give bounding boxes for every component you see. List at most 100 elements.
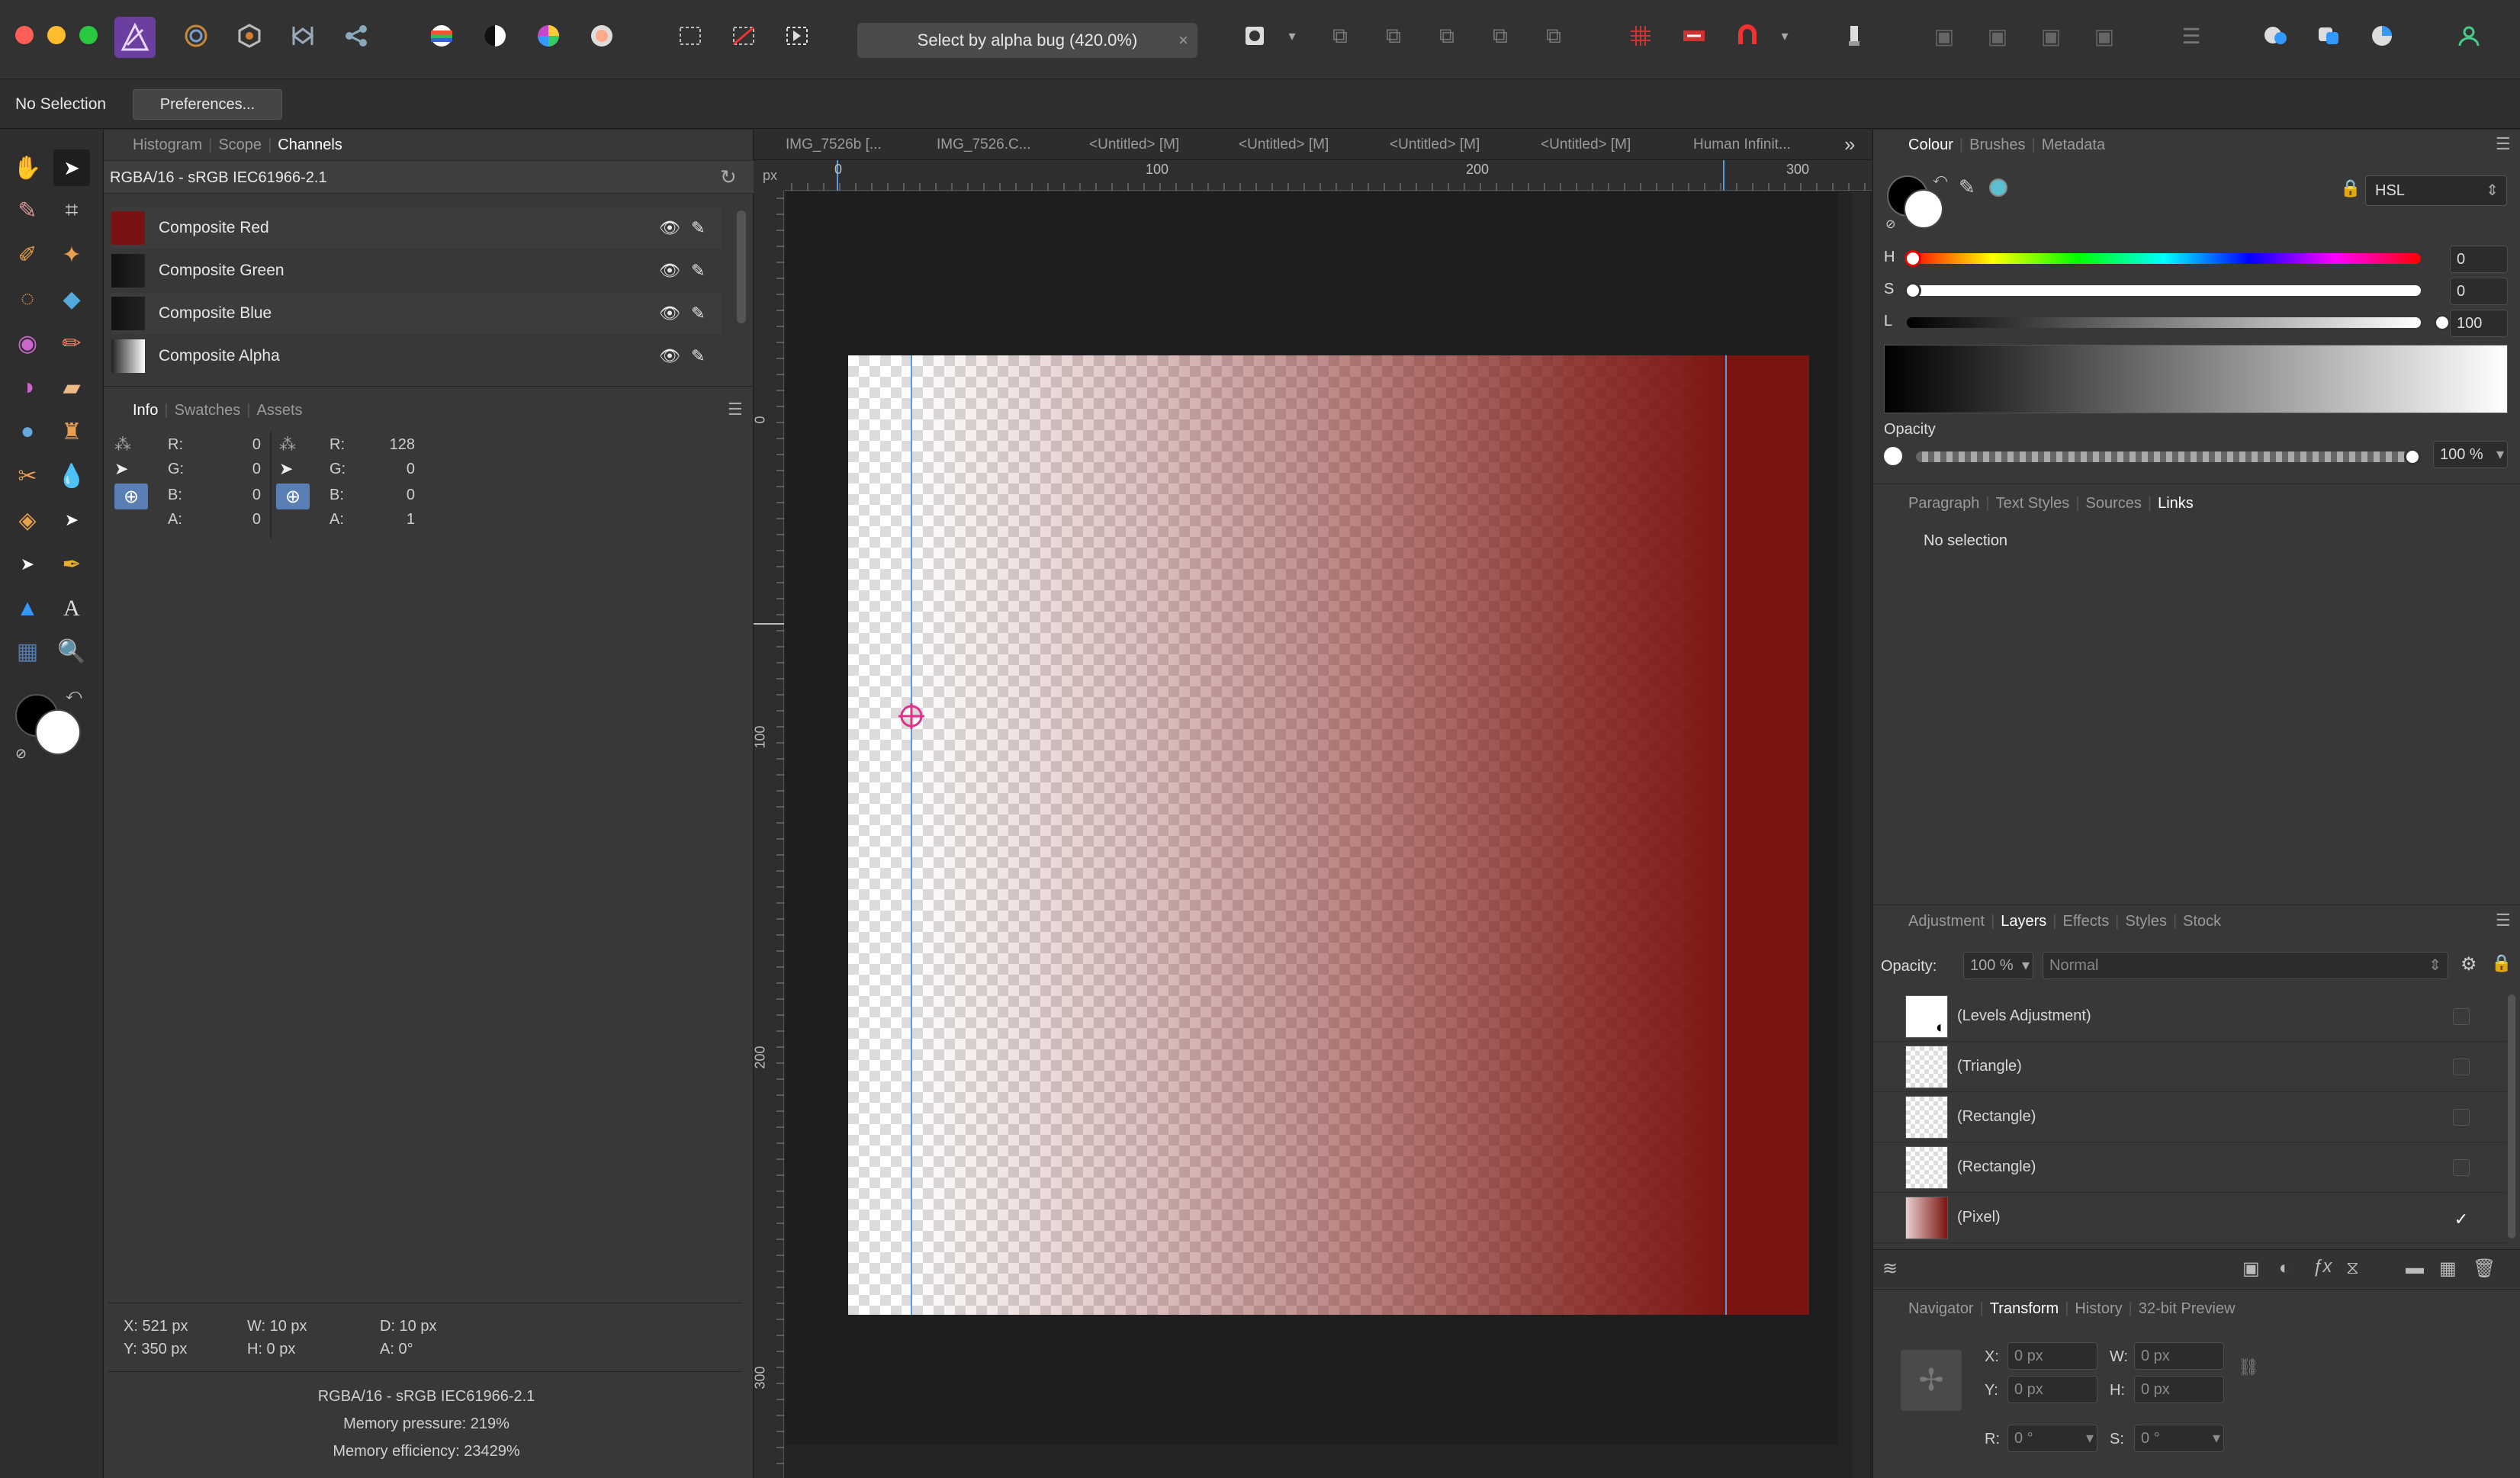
arrange-forward-icon[interactable]: ▣ [2035, 20, 2067, 52]
auto-colour-icon[interactable] [532, 20, 564, 52]
colour-wheel-icon[interactable] [2366, 20, 2398, 52]
tab-styles[interactable]: Styles [2119, 913, 2172, 930]
close-window-button[interactable] [15, 26, 34, 44]
fx-icon[interactable]: ƒx [2313, 1256, 2332, 1277]
clone-tool-icon[interactable]: ♜ [53, 413, 90, 450]
lock-icon[interactable]: 🔒 [2340, 178, 2361, 198]
arrange-backward-icon[interactable]: ▣ [1982, 20, 2014, 52]
mesh-warp-tool-icon[interactable]: ▦ [9, 633, 46, 670]
hue-slider-knob[interactable] [1904, 250, 1921, 267]
live-filter-icon[interactable]: ⧖ [2346, 1258, 2359, 1279]
photo-persona-icon[interactable] [114, 17, 156, 58]
snapping-dropdown-icon[interactable]: ▾ [1283, 20, 1301, 52]
boolean-divide-icon[interactable]: ⧉ [1538, 20, 1570, 52]
layers-scrollbar[interactable] [2508, 994, 2515, 1239]
adjustment-layer-icon[interactable]: ◐ [2279, 1258, 2290, 1279]
panel-menu-icon[interactable]: ☰ [2496, 134, 2511, 154]
studio-icon[interactable] [2313, 20, 2345, 52]
blemish-tool-icon[interactable]: ✂ [9, 458, 46, 494]
boolean-subtract-icon[interactable]: ⧉ [1377, 20, 1409, 52]
lock-icon[interactable]: 🔒 [2491, 953, 2512, 973]
align-icon[interactable]: ☰ [2175, 20, 2207, 52]
snapping-mode-icon[interactable] [1239, 20, 1271, 52]
swap-colours-icon[interactable]: ⤺ [66, 686, 82, 704]
new-pixel-layer-icon[interactable]: ▦ [2439, 1258, 2457, 1280]
tab-sources[interactable]: Sources [2080, 495, 2148, 512]
liquify-persona-icon[interactable] [180, 20, 212, 52]
text-tool-icon[interactable]: A [53, 590, 90, 627]
reset-channels-icon[interactable]: ↻ [720, 165, 737, 189]
tab-history[interactable]: History [2068, 1300, 2128, 1318]
redeye-tool-icon[interactable]: ◈ [9, 502, 46, 538]
layer-row-rectangle-1[interactable]: (Rectangle) [1873, 1092, 2506, 1142]
doc-tab[interactable]: <Untitled> [M] [1239, 137, 1329, 153]
opacity-slider[interactable] [1916, 451, 2419, 462]
move-tool-icon[interactable]: ➤ [53, 149, 90, 186]
flood-fill-tool-icon[interactable]: ◆ [53, 281, 90, 317]
hue-slider[interactable] [1907, 253, 2421, 264]
doc-tab[interactable]: <Untitled> [M] [1541, 137, 1631, 153]
doc-tab[interactable]: <Untitled> [M] [1390, 137, 1480, 153]
lightness-preview-bar[interactable] [1884, 345, 2508, 413]
triangle-tool-icon[interactable]: ▲ [9, 590, 46, 627]
panel-menu-icon[interactable]: ☰ [2496, 911, 2511, 930]
tab-paragraph[interactable]: Paragraph [1902, 495, 1985, 512]
no-colour-icon[interactable]: ⊘ [15, 746, 27, 762]
layer-row-levels[interactable]: ◐ (Levels Adjustment) [1873, 991, 2506, 1042]
close-document-icon[interactable]: × [1178, 31, 1188, 50]
preferences-button[interactable]: Preferences... [133, 89, 282, 120]
hue-value-field[interactable]: 0 [2450, 246, 2508, 273]
channel-row-blue[interactable]: Composite Blue 👁 ✎ [111, 293, 722, 334]
arrange-front-icon[interactable]: ▣ [2088, 20, 2120, 52]
pen-tool-icon[interactable]: ✒ [53, 546, 90, 583]
edit-pencil-icon[interactable]: ✎ [691, 346, 705, 366]
freehand-selection-tool-icon[interactable]: ◌ [9, 281, 46, 317]
pointer-icon[interactable]: ➤ [114, 459, 145, 484]
tab-links[interactable]: Links [2152, 495, 2200, 512]
boolean-xor-icon[interactable]: ⧉ [1484, 20, 1516, 52]
channels-scrollbar[interactable] [737, 210, 746, 323]
invert-selection-icon[interactable] [781, 20, 813, 52]
selection-brush-tool-icon[interactable]: ✐ [9, 236, 46, 273]
arrange-back-icon[interactable]: ▣ [1928, 20, 1960, 52]
layer-visibility-checkbox[interactable] [2453, 1007, 2470, 1025]
channel-row-alpha[interactable]: Composite Alpha 👁 ✎ [111, 336, 722, 377]
link-proportions-icon[interactable]: ⛓ [2238, 1358, 2259, 1377]
tab-scope[interactable]: Scope [212, 137, 268, 154]
point-transform-tool-icon[interactable]: ➤ [9, 546, 46, 583]
layer-settings-gear-icon[interactable]: ⚙ [2461, 953, 2477, 975]
channel-row-red[interactable]: Composite Red 👁 ✎ [111, 207, 722, 249]
tab-brushes[interactable]: Brushes [1963, 137, 2031, 154]
marquee-selection-icon[interactable] [674, 20, 706, 52]
tab-metadata[interactable]: Metadata [2036, 137, 2111, 154]
opacity-slider-knob[interactable] [2404, 448, 2421, 465]
tab-effects[interactable]: Effects [2057, 913, 2116, 930]
layers-stack-icon[interactable]: ≋ [1882, 1258, 1898, 1280]
account-icon[interactable] [2453, 20, 2485, 52]
colour-replacement-tool-icon[interactable]: ◑ [9, 369, 46, 406]
doc-tab[interactable]: IMG_7526b [... [786, 137, 882, 153]
transform-x-field[interactable]: 0 px [2007, 1342, 2097, 1370]
eye-icon[interactable]: 👁 [659, 218, 680, 238]
canvas-area[interactable]: IMG_7526b [... IMG_7526.C... <Untitled> … [753, 130, 1872, 1478]
saturation-slider-knob[interactable] [1904, 282, 1921, 299]
boolean-intersect-icon[interactable]: ⧉ [1431, 20, 1463, 52]
tab-adjustment[interactable]: Adjustment [1902, 913, 1991, 930]
transform-y-field[interactable]: 0 px [2007, 1376, 2097, 1403]
swap-colours-icon[interactable]: ⤺ [1933, 171, 1947, 187]
paint-brush-tool-icon[interactable]: ✏ [53, 325, 90, 361]
develop-persona-icon[interactable] [233, 20, 265, 52]
edit-pencil-icon[interactable]: ✎ [691, 304, 705, 323]
tab-layers[interactable]: Layers [1994, 913, 2052, 930]
tab-swatches[interactable]: Swatches [169, 402, 247, 419]
boolean-add-icon[interactable]: ⧉ [1324, 20, 1356, 52]
no-colour-icon[interactable]: ⊘ [1885, 217, 1895, 232]
zoom-window-button[interactable] [79, 26, 98, 44]
canvas-vertical-scroll-track[interactable] [1852, 192, 1870, 1478]
crosshair-target-icon[interactable]: ⊕ [114, 484, 148, 509]
transform-h-field[interactable]: 0 px [2134, 1376, 2224, 1403]
tab-channels[interactable]: Channels [272, 137, 349, 154]
vertical-ruler[interactable]: 0 100 200 300 [753, 191, 784, 1478]
colour-mode-select[interactable]: HSL ⇕ [2365, 175, 2507, 206]
colour-picker-tool-icon[interactable]: ✎ [9, 192, 46, 229]
